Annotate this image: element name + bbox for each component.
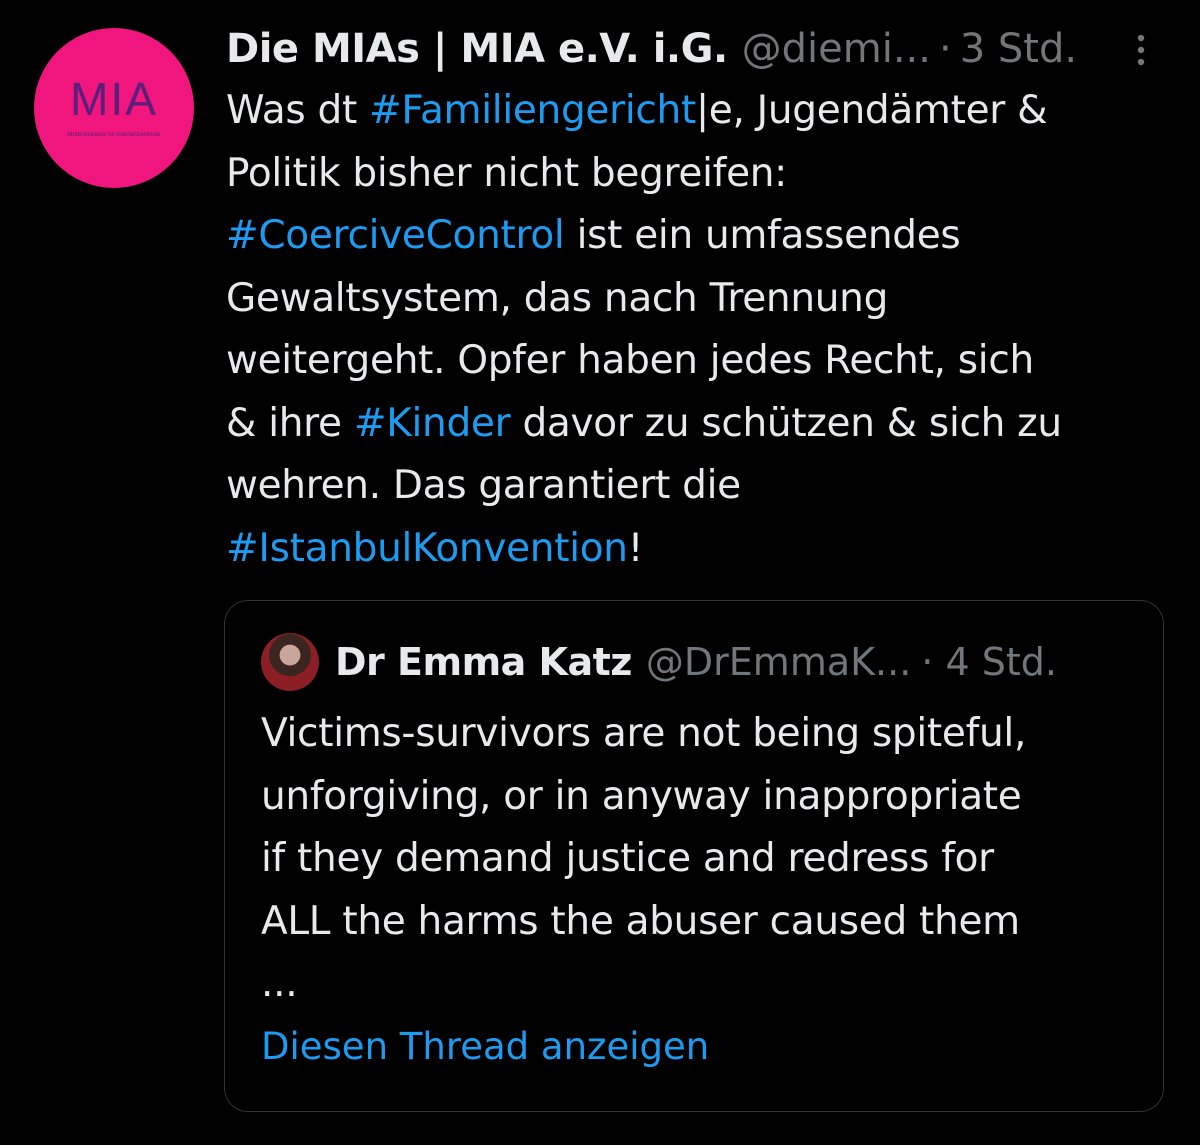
- text-segment: & ihre: [226, 400, 354, 446]
- tweet-text-line: Was dt #Familiengericht|e, Jugendämter &: [226, 80, 1176, 143]
- tweet-text-line: weitergeht. Opfer haben jedes Recht, sic…: [226, 330, 1176, 393]
- text-segment: wehren. Das garantiert die: [226, 463, 741, 508]
- tweet-timestamp[interactable]: 3 Std.: [960, 26, 1077, 72]
- quoted-text-line: ALL the harms the abuser caused them: [261, 898, 1020, 944]
- avatar-logo-subtext: Mütterinitiative für Alleinerziehende: [67, 132, 161, 138]
- tweet-text-line: #CoerciveControl ist ein umfassendes: [226, 205, 1176, 268]
- show-thread-link[interactable]: Diesen Thread anzeigen: [261, 1025, 709, 1068]
- author-display-name[interactable]: Die MIAs | MIA e.V. i.G.: [226, 26, 728, 72]
- author-avatar[interactable]: MIA Mütterinitiative für Alleinerziehend…: [34, 28, 194, 188]
- tweet[interactable]: MIA Mütterinitiative für Alleinerziehend…: [0, 0, 1200, 1145]
- quoted-text-line: ...: [261, 961, 298, 1006]
- text-segment: Was dt: [226, 88, 370, 133]
- quoted-text-line: unforgiving, or in anyway inappropriate: [261, 773, 1022, 819]
- text-segment: davor zu schützen & sich zu: [510, 400, 1062, 446]
- text-segment: weitergeht. Opfer haben jedes Recht, sic…: [226, 338, 1034, 383]
- text-segment: ist ein umfassendes: [564, 213, 961, 258]
- tweet-text-line: Gewaltsystem, das nach Trennung: [226, 268, 1176, 331]
- text-segment: Gewaltsystem, das nach Trennung: [226, 275, 889, 321]
- tweet-text-line: wehren. Das garantiert die: [226, 455, 1176, 518]
- quoted-author-handle: @DrEmmaK...: [645, 640, 912, 684]
- author-handle[interactable]: @diemi...: [742, 26, 931, 72]
- tweet-text-line: Politik bisher nicht begreifen:: [226, 143, 1176, 206]
- text-segment: Politik bisher nicht begreifen:: [226, 150, 788, 196]
- quoted-tweet-text: Victims-survivors are not being spiteful…: [261, 703, 1141, 1016]
- quoted-tweet-card[interactable]: Dr Emma Katz @DrEmmaK... · 4 Std. Victim…: [224, 600, 1164, 1112]
- separator-dot: ·: [938, 26, 952, 72]
- quoted-text-line: if they demand justice and redress for: [261, 836, 994, 881]
- quoted-tweet-header: Dr Emma Katz @DrEmmaK... · 4 Std.: [335, 633, 1057, 691]
- quoted-author-avatar: [261, 633, 319, 691]
- hashtag-link[interactable]: #CoerciveControl: [226, 213, 565, 258]
- quoted-text-line: Victims-survivors are not being spiteful…: [261, 711, 1027, 756]
- hashtag-link[interactable]: #Familiengericht: [369, 88, 696, 133]
- tweet-header: Die MIAs | MIA e.V. i.G. @diemi... · 3 S…: [226, 20, 1166, 78]
- hashtag-link[interactable]: #IstanbulKonvention: [226, 526, 628, 571]
- more-options-icon[interactable]: [1126, 30, 1156, 70]
- tweet-text-line: #IstanbulKonvention!: [226, 518, 1176, 581]
- avatar-logo-text: MIA: [70, 73, 158, 125]
- text-segment: !: [627, 525, 644, 571]
- quoted-author-display-name: Dr Emma Katz: [335, 640, 632, 684]
- tweet-text-line: & ihre #Kinder davor zu schützen & sich …: [226, 393, 1176, 456]
- tweet-text: Was dt #Familiengericht|e, Jugendämter &…: [226, 80, 1176, 580]
- quoted-tweet-timestamp: · 4 Std.: [921, 640, 1057, 684]
- hashtag-link[interactable]: #Kinder: [354, 401, 511, 446]
- text-segment: |e, Jugendämter &: [695, 88, 1048, 133]
